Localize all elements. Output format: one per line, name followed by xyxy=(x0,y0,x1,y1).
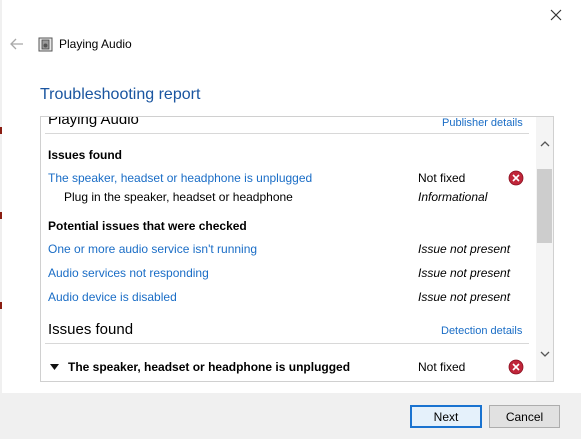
section-heading: Playing Audio xyxy=(48,116,139,128)
issues-found-heading: Issues found xyxy=(48,321,134,338)
potential-issue-status: Issue not present xyxy=(418,266,511,280)
issue-link-unplugged[interactable]: The speaker, headset or headphone is unp… xyxy=(48,171,312,185)
close-icon xyxy=(550,9,562,21)
scroll-down-button[interactable] xyxy=(536,345,553,362)
report-title: Troubleshooting report xyxy=(40,86,201,103)
section-divider xyxy=(45,343,529,344)
close-button[interactable] xyxy=(542,2,570,28)
left-window-edge xyxy=(0,0,2,439)
back-button[interactable] xyxy=(6,34,28,54)
section-divider xyxy=(45,133,529,134)
potential-issue-link[interactable]: One or more audio service isn't running xyxy=(48,242,257,256)
vertical-scrollbar[interactable] xyxy=(536,117,553,381)
issue-detail-text: Plug in the speaker, headset or headphon… xyxy=(64,190,293,204)
publisher-details-link[interactable]: Publisher details xyxy=(442,117,523,129)
footer-bar: Next Cancel xyxy=(0,393,581,439)
back-arrow-icon xyxy=(10,38,23,50)
potential-issue-status: Issue not present xyxy=(418,242,511,256)
window-title: Playing Audio xyxy=(59,37,132,51)
issue-detail-status: Informational xyxy=(418,190,488,204)
potential-issue-link[interactable]: Audio device is disabled xyxy=(48,290,177,304)
issues-found-label: Issues found xyxy=(48,148,123,162)
potential-issue-link[interactable]: Audio services not responding xyxy=(48,266,209,280)
expand-triangle-icon[interactable] xyxy=(50,364,59,371)
next-button[interactable]: Next xyxy=(410,405,482,428)
speaker-troubleshooter-icon xyxy=(38,37,53,52)
issue-status: Not fixed xyxy=(418,360,466,374)
scroll-up-button[interactable] xyxy=(536,135,553,152)
left-edge-mark xyxy=(0,212,2,219)
detection-details-link[interactable]: Detection details xyxy=(441,325,522,337)
potential-issues-label: Potential issues that were checked xyxy=(48,219,247,233)
left-edge-mark xyxy=(0,302,2,309)
chevron-up-icon xyxy=(540,140,549,146)
potential-issue-status: Issue not present xyxy=(418,290,511,304)
cancel-button[interactable]: Cancel xyxy=(489,405,560,428)
chevron-down-icon xyxy=(540,351,549,357)
scroll-thumb[interactable] xyxy=(537,169,552,243)
issue-expander-title[interactable]: The speaker, headset or headphone is unp… xyxy=(68,360,350,374)
report-panel[interactable]: Playing Audio Publisher details Issues f… xyxy=(40,116,554,382)
issue-status: Not fixed xyxy=(418,171,466,185)
left-edge-mark xyxy=(0,127,2,134)
error-icon xyxy=(508,359,524,375)
error-icon xyxy=(508,170,524,186)
